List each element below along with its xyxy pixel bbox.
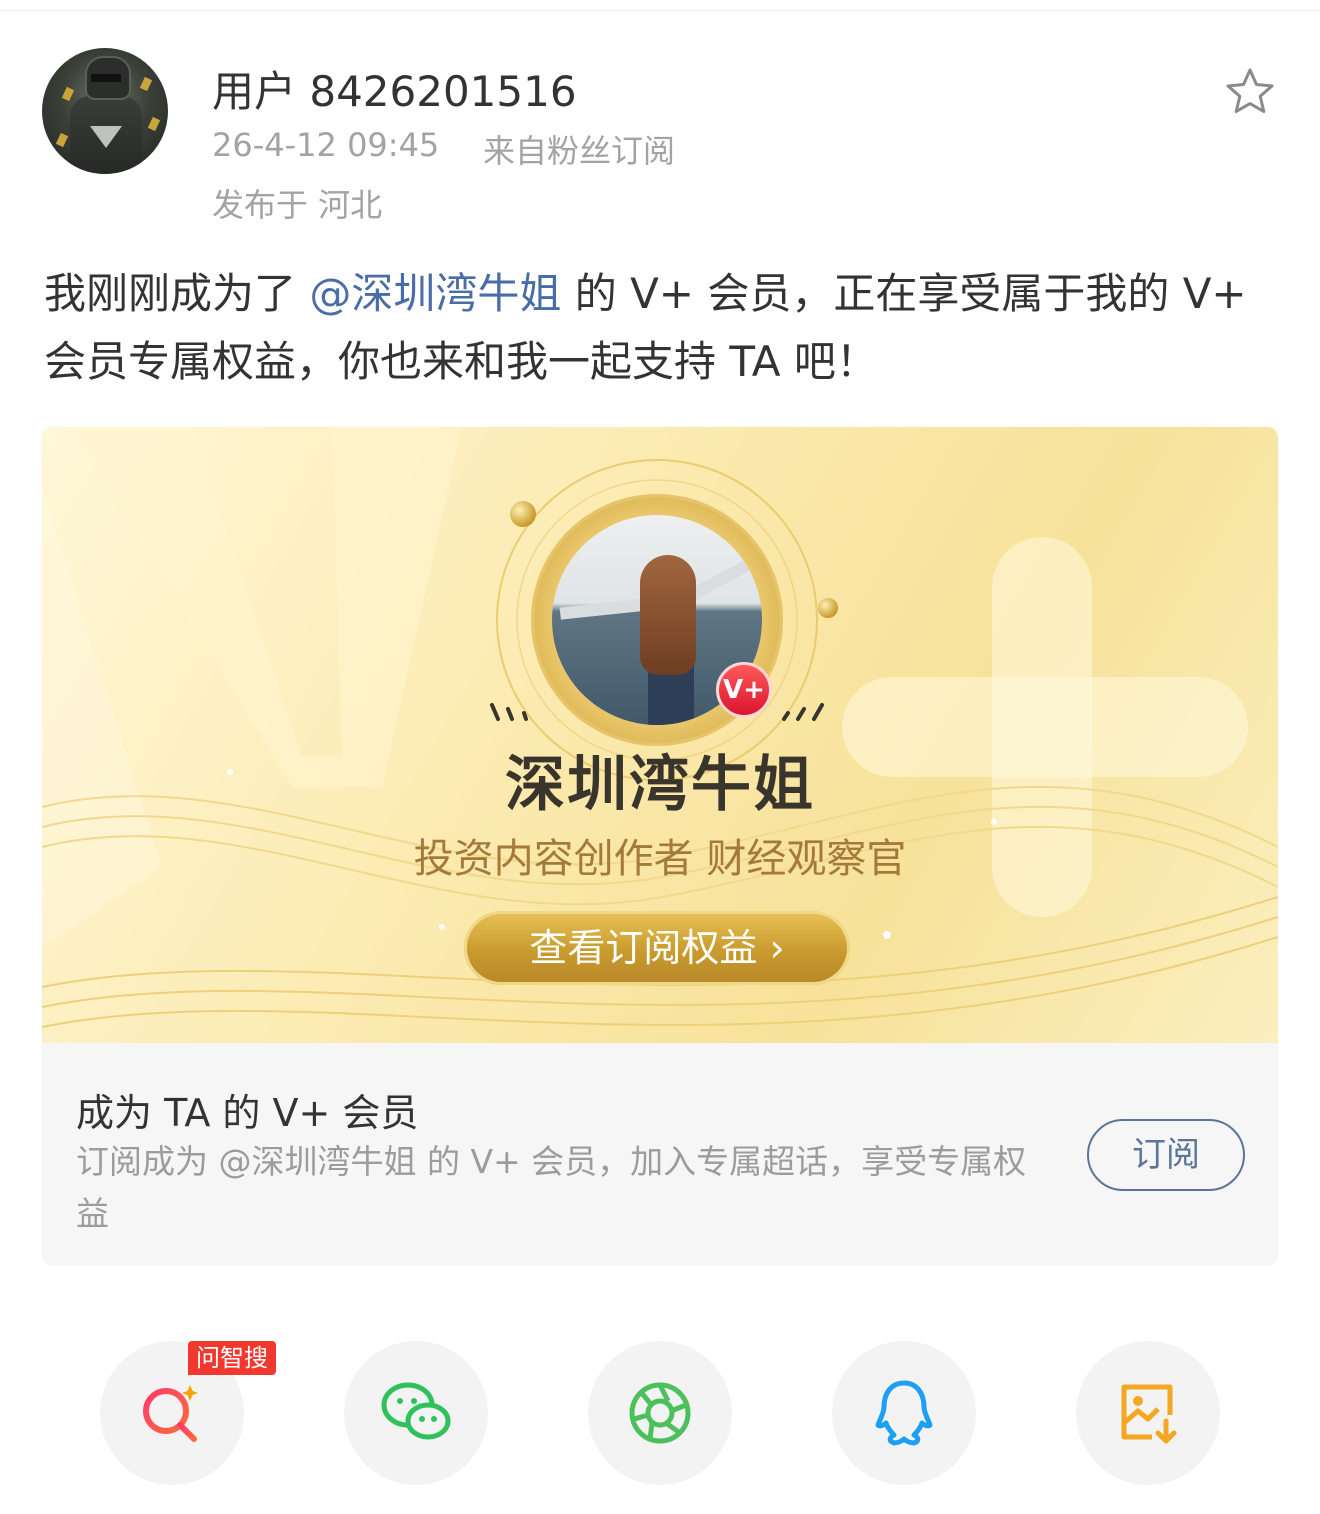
save-image-icon — [1121, 1384, 1177, 1444]
gold-bead — [510, 501, 536, 527]
ai-search-tag: 问智搜 — [188, 1341, 276, 1375]
mention-link[interactable]: @深圳湾牛姐 — [309, 269, 561, 318]
subscribe-button[interactable]: 订阅 — [1087, 1119, 1245, 1191]
search-ai-icon — [143, 1385, 198, 1442]
share-wechat[interactable] — [344, 1341, 488, 1485]
gold-bead — [818, 598, 838, 618]
qq-icon — [875, 1380, 933, 1446]
share-qq[interactable] — [832, 1341, 976, 1485]
moments-icon — [629, 1382, 691, 1444]
star-icon[interactable] — [1222, 64, 1278, 120]
username[interactable]: 用户 8426201516 — [212, 58, 577, 119]
creator-description: 投资内容创作者 财经观察官 — [413, 836, 907, 882]
vplus-badge-icon: V+ — [716, 662, 772, 718]
post-text: 我刚刚成为了 @深圳湾牛姐 的 V+ 会员，正在享受属于我的 V+ 会员专属权益… — [44, 269, 1247, 386]
share-save-image[interactable] — [1076, 1341, 1220, 1485]
post-location: 发布于 河北 — [212, 186, 383, 224]
top-divider — [0, 10, 1320, 11]
user-avatar[interactable] — [42, 48, 168, 174]
post-time: 26-4-12 09:45 — [212, 126, 440, 164]
wechat-icon — [381, 1382, 451, 1440]
card-description: 订阅成为 @深圳湾牛姐 的 V+ 会员，加入专属超话，享受专属权益 — [76, 1142, 1027, 1233]
post-source: 来自粉丝订阅 — [483, 132, 676, 170]
view-benefits-button[interactable]: 查看订阅权益 › — [464, 911, 850, 985]
creator-name: 深圳湾牛姐 — [505, 750, 815, 820]
share-moments[interactable] — [588, 1341, 732, 1485]
card-title: 成为 TA 的 V+ 会员 — [76, 1091, 419, 1135]
